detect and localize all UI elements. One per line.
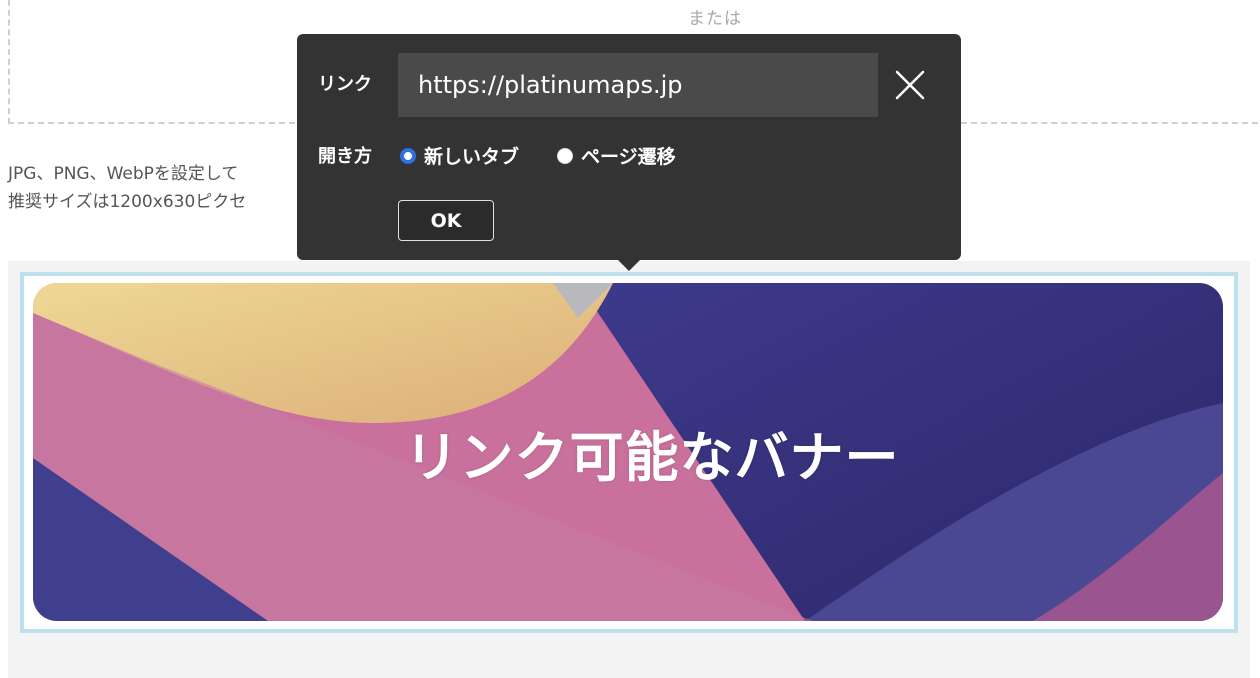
open-method-label: 開き方: [318, 146, 372, 167]
radio-new-tab-label: 新しいタブ: [424, 146, 520, 168]
link-label: リンク: [318, 74, 372, 95]
link-url-input[interactable]: https://platinumaps.jp: [398, 53, 878, 117]
link-settings-popover: リンク https://platinumaps.jp 開き方 新しいタブ ページ…: [297, 34, 961, 260]
help-line-formats: JPG、PNG、WebPを設定して: [8, 164, 239, 184]
close-icon[interactable]: [893, 68, 927, 102]
popover-arrow: [617, 259, 641, 271]
radio-selected-icon: [400, 147, 416, 164]
image-help-text: JPG、PNG、WebPを設定して 推奨サイズは1200x630ピクセ: [8, 160, 246, 216]
banner-image[interactable]: リンク可能なバナー: [33, 283, 1223, 621]
radio-page-transition-label: ページ遷移: [581, 146, 676, 168]
ok-button[interactable]: OK: [398, 200, 494, 241]
radio-page-transition[interactable]: ページ遷移: [557, 142, 676, 169]
radio-unselected-icon: [557, 147, 573, 164]
or-text: または: [688, 9, 742, 29]
banner-title: リンク可能なバナー: [404, 425, 900, 489]
radio-new-tab[interactable]: 新しいタブ: [400, 142, 519, 169]
help-line-size: 推奨サイズは1200x630ピクセ: [8, 192, 247, 212]
